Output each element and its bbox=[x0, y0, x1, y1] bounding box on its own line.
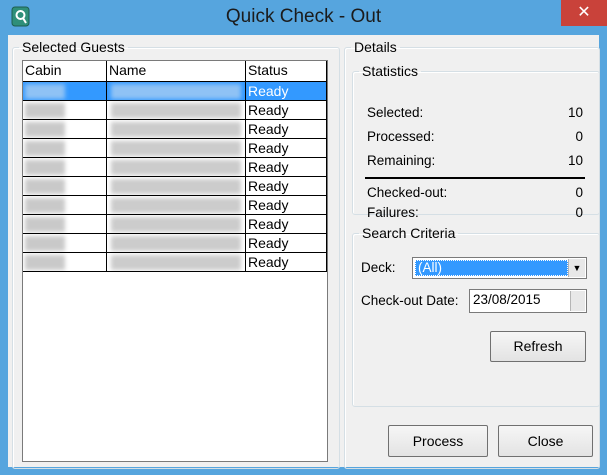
table-row[interactable]: Ready bbox=[23, 196, 327, 215]
redacted-cabin bbox=[25, 179, 65, 194]
checkout-date-field[interactable]: 23/08/2015 bbox=[469, 289, 587, 313]
status-cell[interactable]: Ready bbox=[246, 82, 327, 101]
statistics-legend: Statistics bbox=[362, 63, 419, 79]
name-cell[interactable] bbox=[107, 120, 246, 139]
stat-remaining-label: Remaining: bbox=[367, 153, 436, 168]
deck-selected-value: (All) bbox=[415, 260, 568, 276]
redacted-cabin bbox=[25, 236, 65, 251]
cabin-cell[interactable] bbox=[23, 234, 107, 253]
redacted-name bbox=[111, 103, 241, 118]
search-criteria-group: Search Criteria bbox=[352, 225, 600, 407]
name-cell[interactable] bbox=[107, 101, 246, 120]
close-window-button[interactable]: ✕ bbox=[561, 0, 607, 26]
stat-processed-value: 0 bbox=[575, 129, 583, 144]
stat-selected-label: Selected: bbox=[367, 105, 424, 120]
name-cell[interactable] bbox=[107, 196, 246, 215]
column-header-status[interactable]: Status bbox=[246, 61, 327, 81]
quick-check-out-window: Quick Check - Out ✕ Selected Guests Cabi… bbox=[0, 0, 607, 475]
status-cell[interactable]: Ready bbox=[246, 101, 327, 120]
stat-remaining-value: 10 bbox=[567, 153, 583, 168]
name-cell[interactable] bbox=[107, 215, 246, 234]
table-row[interactable]: Ready bbox=[23, 234, 327, 253]
status-cell[interactable]: Ready bbox=[246, 120, 327, 139]
cabin-cell[interactable] bbox=[23, 177, 107, 196]
table-row[interactable]: Ready bbox=[23, 253, 327, 272]
table-row[interactable]: Ready bbox=[23, 215, 327, 234]
status-cell[interactable]: Ready bbox=[246, 234, 327, 253]
grid-header: Cabin Name Status bbox=[23, 61, 327, 82]
window-title: Quick Check - Out bbox=[225, 6, 382, 27]
status-cell[interactable]: Ready bbox=[246, 253, 327, 272]
close-button[interactable]: Close bbox=[498, 425, 593, 457]
search-criteria-legend: Search Criteria bbox=[362, 225, 456, 241]
name-cell[interactable] bbox=[107, 177, 246, 196]
status-cell[interactable]: Ready bbox=[246, 177, 327, 196]
deck-select[interactable]: (All) ▼ bbox=[412, 257, 587, 279]
details-legend: Details bbox=[354, 39, 397, 55]
grid-body: Ready Ready Ready Ready Ready Ready Ready Ready… bbox=[23, 82, 327, 272]
deck-label: Deck: bbox=[361, 260, 396, 275]
name-cell[interactable] bbox=[107, 253, 246, 272]
date-picker-icon[interactable] bbox=[570, 291, 585, 311]
name-cell[interactable] bbox=[107, 158, 246, 177]
status-cell[interactable]: Ready bbox=[246, 215, 327, 234]
redacted-name bbox=[111, 84, 241, 99]
guests-grid[interactable]: Cabin Name Status Ready Ready Ready Ready Re… bbox=[22, 60, 328, 462]
name-cell[interactable] bbox=[107, 139, 246, 158]
cabin-cell[interactable] bbox=[23, 139, 107, 158]
redacted-name bbox=[111, 255, 241, 270]
cabin-cell[interactable] bbox=[23, 101, 107, 120]
redacted-name bbox=[111, 179, 241, 194]
stat-failures-value: 0 bbox=[575, 205, 583, 220]
selected-guests-legend: Selected Guests bbox=[22, 39, 125, 55]
redacted-name bbox=[111, 122, 241, 137]
stat-checked-out-value: 0 bbox=[575, 185, 583, 200]
name-cell[interactable] bbox=[107, 82, 246, 101]
redacted-cabin bbox=[25, 122, 65, 137]
stat-processed-label: Processed: bbox=[367, 129, 435, 144]
table-row[interactable]: Ready bbox=[23, 158, 327, 177]
column-header-name[interactable]: Name bbox=[107, 61, 246, 81]
redacted-name bbox=[111, 236, 241, 251]
checkout-date-label: Check-out Date: bbox=[361, 293, 459, 308]
cabin-cell[interactable] bbox=[23, 82, 107, 101]
table-row[interactable]: Ready bbox=[23, 101, 327, 120]
cabin-cell[interactable] bbox=[23, 158, 107, 177]
checkout-date-value: 23/08/2015 bbox=[473, 292, 541, 307]
redacted-cabin bbox=[25, 103, 65, 118]
title-bar[interactable]: Quick Check - Out ✕ bbox=[0, 0, 607, 35]
redacted-cabin bbox=[25, 141, 65, 156]
table-row[interactable]: Ready bbox=[23, 82, 327, 101]
redacted-name bbox=[111, 198, 241, 213]
status-cell[interactable]: Ready bbox=[246, 139, 327, 158]
redacted-cabin bbox=[25, 84, 65, 99]
column-header-cabin[interactable]: Cabin bbox=[23, 61, 107, 81]
stat-checked-out-label: Checked-out: bbox=[367, 185, 448, 200]
redacted-name bbox=[111, 217, 241, 232]
table-row[interactable]: Ready bbox=[23, 139, 327, 158]
process-button[interactable]: Process bbox=[388, 425, 488, 457]
table-row[interactable]: Ready bbox=[23, 120, 327, 139]
status-cell[interactable]: Ready bbox=[246, 196, 327, 215]
status-cell[interactable]: Ready bbox=[246, 158, 327, 177]
redacted-name bbox=[111, 160, 241, 175]
cabin-cell[interactable] bbox=[23, 196, 107, 215]
stat-failures-label: Failures: bbox=[367, 205, 419, 220]
redacted-cabin bbox=[25, 198, 65, 213]
redacted-name bbox=[111, 141, 241, 156]
cabin-cell[interactable] bbox=[23, 120, 107, 139]
table-row[interactable]: Ready bbox=[23, 177, 327, 196]
refresh-button[interactable]: Refresh bbox=[490, 331, 586, 362]
stat-selected-value: 10 bbox=[567, 105, 583, 120]
chevron-down-icon[interactable]: ▼ bbox=[568, 259, 585, 277]
statistics-group: Statistics Selected: 10 Processed: 0 Rem… bbox=[352, 63, 600, 220]
dialog-body: Selected Guests Cabin Name Status Ready R… bbox=[8, 35, 600, 469]
cabin-cell[interactable] bbox=[23, 253, 107, 272]
stats-divider bbox=[365, 177, 585, 179]
name-cell[interactable] bbox=[107, 234, 246, 253]
cabin-cell[interactable] bbox=[23, 215, 107, 234]
redacted-cabin bbox=[25, 217, 65, 232]
redacted-cabin bbox=[25, 255, 65, 270]
redacted-cabin bbox=[25, 160, 65, 175]
